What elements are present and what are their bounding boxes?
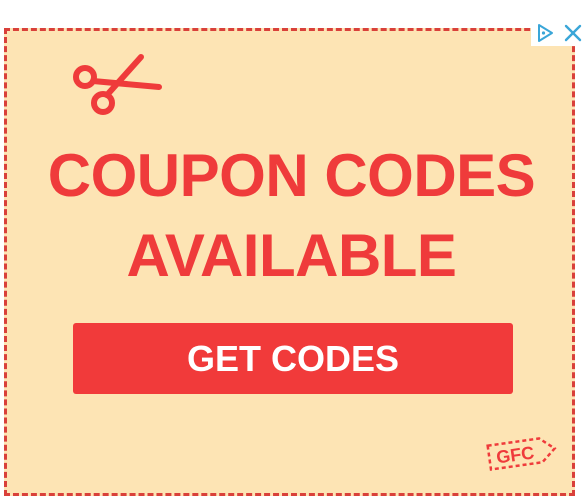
get-codes-button[interactable]: GET CODES [73, 323, 513, 394]
gfc-badge: GFC [486, 437, 557, 471]
ad-controls [531, 20, 583, 46]
close-icon[interactable] [563, 23, 583, 43]
ad-page: GFC COUPON CODES AVAILABLE GET CODES [0, 0, 583, 502]
scissors-icon [73, 54, 162, 115]
headline-line-1: COUPON CODES [47, 142, 536, 209]
adchoices-icon[interactable] [535, 23, 555, 43]
gfc-badge-text: GFC [495, 442, 535, 467]
headline-line-2: AVAILABLE [126, 222, 457, 289]
ad-headline: COUPON CODES AVAILABLE [0, 136, 583, 296]
